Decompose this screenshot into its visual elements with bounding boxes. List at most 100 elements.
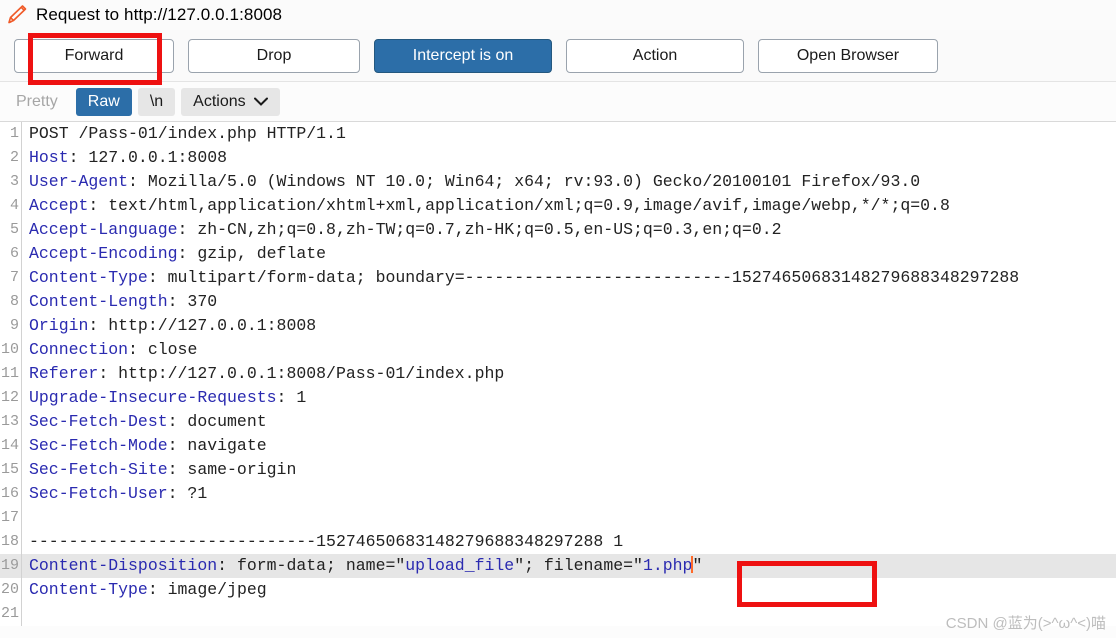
header-name: Referer [29, 364, 99, 383]
code-line[interactable]: 9 Origin: http://127.0.0.1:8008 [0, 314, 1116, 338]
tab-newline[interactable]: \n [137, 87, 176, 116]
code-line[interactable]: 12 Upgrade-Insecure-Requests: 1 [0, 386, 1116, 410]
code-line-text: Sec-Fetch-User: ?1 [22, 482, 1116, 506]
intercept-toolbar: Forward Drop Intercept is on Action Open… [0, 30, 1116, 82]
header-value: : 370 [167, 292, 218, 311]
line-number: 16 [0, 485, 19, 502]
code-line-text: Accept: text/html,application/xhtml+xml,… [22, 194, 1116, 218]
code-line-text: Upgrade-Insecure-Requests: 1 [22, 386, 1116, 410]
code-line-text: Content-Type: image/jpeg [22, 578, 1116, 602]
code-line[interactable]: 15 Sec-Fetch-Site: same-origin [0, 458, 1116, 482]
pencil-icon [4, 3, 30, 27]
code-line[interactable]: 13 Sec-Fetch-Dest: document [0, 410, 1116, 434]
header-name: Content-Type [29, 580, 148, 599]
line-number: 12 [0, 389, 19, 406]
line-number: 18 [0, 533, 19, 550]
code-line-text: Sec-Fetch-Dest: document [22, 410, 1116, 434]
line-number: 13 [0, 413, 19, 430]
header-name: Upgrade-Insecure-Requests [29, 388, 277, 407]
gutter-divider [21, 602, 22, 626]
code-line-text: Connection: close [22, 338, 1116, 362]
code-line[interactable]: 5 Accept-Language: zh-CN,zh;q=0.8,zh-TW;q… [0, 218, 1116, 242]
header-name: Accept-Language [29, 220, 178, 239]
open-browser-button[interactable]: Open Browser [758, 38, 938, 73]
header-param-value: upload_file [405, 556, 515, 575]
header-value: -----------------------------15274650683… [29, 532, 624, 551]
code-line[interactable]: 2 Host: 127.0.0.1:8008 [0, 146, 1116, 170]
code-line[interactable]: 18 -----------------------------152746506… [0, 530, 1116, 554]
gutter-divider [21, 506, 22, 530]
code-line[interactable]: 17 [0, 506, 1116, 530]
line-number: 19 [0, 557, 19, 574]
code-line-text: Content-Length: 370 [22, 290, 1116, 314]
actions-menu-label: Actions [193, 92, 246, 110]
intercept-toggle-button[interactable]: Intercept is on [374, 38, 552, 73]
drop-button[interactable]: Drop [188, 38, 360, 73]
header-value: "; filename=" [514, 556, 643, 575]
code-line[interactable]: 6 Accept-Encoding: gzip, deflate [0, 242, 1116, 266]
header-value: : same-origin [167, 460, 297, 479]
line-number: 11 [0, 365, 19, 382]
header-name: Sec-Fetch-Site [29, 460, 168, 479]
header-value: : text/html,application/xhtml+xml,applic… [88, 196, 950, 215]
code-line[interactable]: 8 Content-Length: 370 [0, 290, 1116, 314]
code-line[interactable]: 4 Accept: text/html,application/xhtml+xml… [0, 194, 1116, 218]
header-value: : form-data; name=" [217, 556, 406, 575]
request-editor[interactable]: 1 POST /Pass-01/index.php HTTP/1.1 2 Host: … [0, 122, 1116, 626]
code-line[interactable]: 3 User-Agent: Mozilla/5.0 (Windows NT 10.… [0, 170, 1116, 194]
line-number: 3 [9, 173, 19, 190]
window-title: Request to http://127.0.0.1:8008 [36, 5, 283, 24]
header-name: Content-Disposition [29, 556, 218, 575]
header-value: " [692, 556, 703, 575]
line-number: 21 [0, 605, 19, 622]
header-value: POST /Pass-01/index.php HTTP/1.1 [29, 124, 346, 143]
header-name: Sec-Fetch-User [29, 484, 168, 503]
watermark: CSDN @蓝为(>^ω^<)喵 [945, 615, 1106, 632]
code-line[interactable]: 16 Sec-Fetch-User: ?1 [0, 482, 1116, 506]
code-line-text: Sec-Fetch-Site: same-origin [22, 458, 1116, 482]
code-line[interactable]: 14 Sec-Fetch-Mode: navigate [0, 434, 1116, 458]
header-value: : close [128, 340, 198, 359]
line-number: 5 [9, 221, 19, 238]
header-value: : 1 [276, 388, 307, 407]
burp-intercept-window: Request to http://127.0.0.1:8008 Forward… [0, 0, 1116, 638]
code-line-text: Referer: http://127.0.0.1:8008/Pass-01/i… [22, 362, 1116, 386]
header-name: Content-Length [29, 292, 168, 311]
code-line[interactable]: 20 Content-Type: image/jpeg [0, 578, 1116, 602]
header-value: : http://127.0.0.1:8008 [88, 316, 317, 335]
header-value: : document [167, 412, 267, 431]
code-line-text: User-Agent: Mozilla/5.0 (Windows NT 10.0… [22, 170, 1116, 194]
forward-button[interactable]: Forward [14, 38, 174, 73]
header-name: Accept-Encoding [29, 244, 178, 263]
actions-menu-button[interactable]: Actions [181, 87, 280, 116]
code-line[interactable]: 11 Referer: http://127.0.0.1:8008/Pass-01… [0, 362, 1116, 386]
line-number: 15 [0, 461, 19, 478]
code-line[interactable]: 19 Content-Disposition: form-data; name="… [0, 554, 1116, 578]
view-tabstrip: Pretty Raw \n Actions [0, 82, 1116, 122]
code-line-text: Content-Type: multipart/form-data; bound… [22, 266, 1116, 290]
code-line[interactable]: 7 Content-Type: multipart/form-data; boun… [0, 266, 1116, 290]
header-value: : multipart/form-data; boundary=--------… [147, 268, 1020, 287]
header-name: Host [29, 148, 69, 167]
code-line[interactable]: 1 POST /Pass-01/index.php HTTP/1.1 [0, 122, 1116, 146]
header-value: : 127.0.0.1:8008 [68, 148, 228, 167]
header-name: Origin [29, 316, 89, 335]
tab-raw[interactable]: Raw [75, 87, 132, 116]
line-number: 8 [9, 293, 19, 310]
chevron-down-icon [253, 94, 268, 109]
action-button[interactable]: Action [566, 38, 744, 73]
line-number: 10 [0, 341, 19, 358]
header-value: : zh-CN,zh;q=0.8,zh-TW;q=0.7,zh-HK;q=0.5… [177, 220, 782, 239]
line-number: 7 [9, 269, 19, 286]
code-line-text: Accept-Language: zh-CN,zh;q=0.8,zh-TW;q=… [22, 218, 1116, 242]
tab-pretty[interactable]: Pretty [4, 87, 70, 116]
code-line-text: -----------------------------15274650683… [22, 530, 1116, 554]
header-param-value: 1.php [642, 556, 693, 575]
header-value: : navigate [167, 436, 267, 455]
header-name: Sec-Fetch-Dest [29, 412, 168, 431]
header-value: : gzip, deflate [177, 244, 327, 263]
line-number: 20 [0, 581, 19, 598]
header-value: : Mozilla/5.0 (Windows NT 10.0; Win64; x… [128, 172, 921, 191]
header-name: User-Agent [29, 172, 129, 191]
code-line[interactable]: 10 Connection: close [0, 338, 1116, 362]
